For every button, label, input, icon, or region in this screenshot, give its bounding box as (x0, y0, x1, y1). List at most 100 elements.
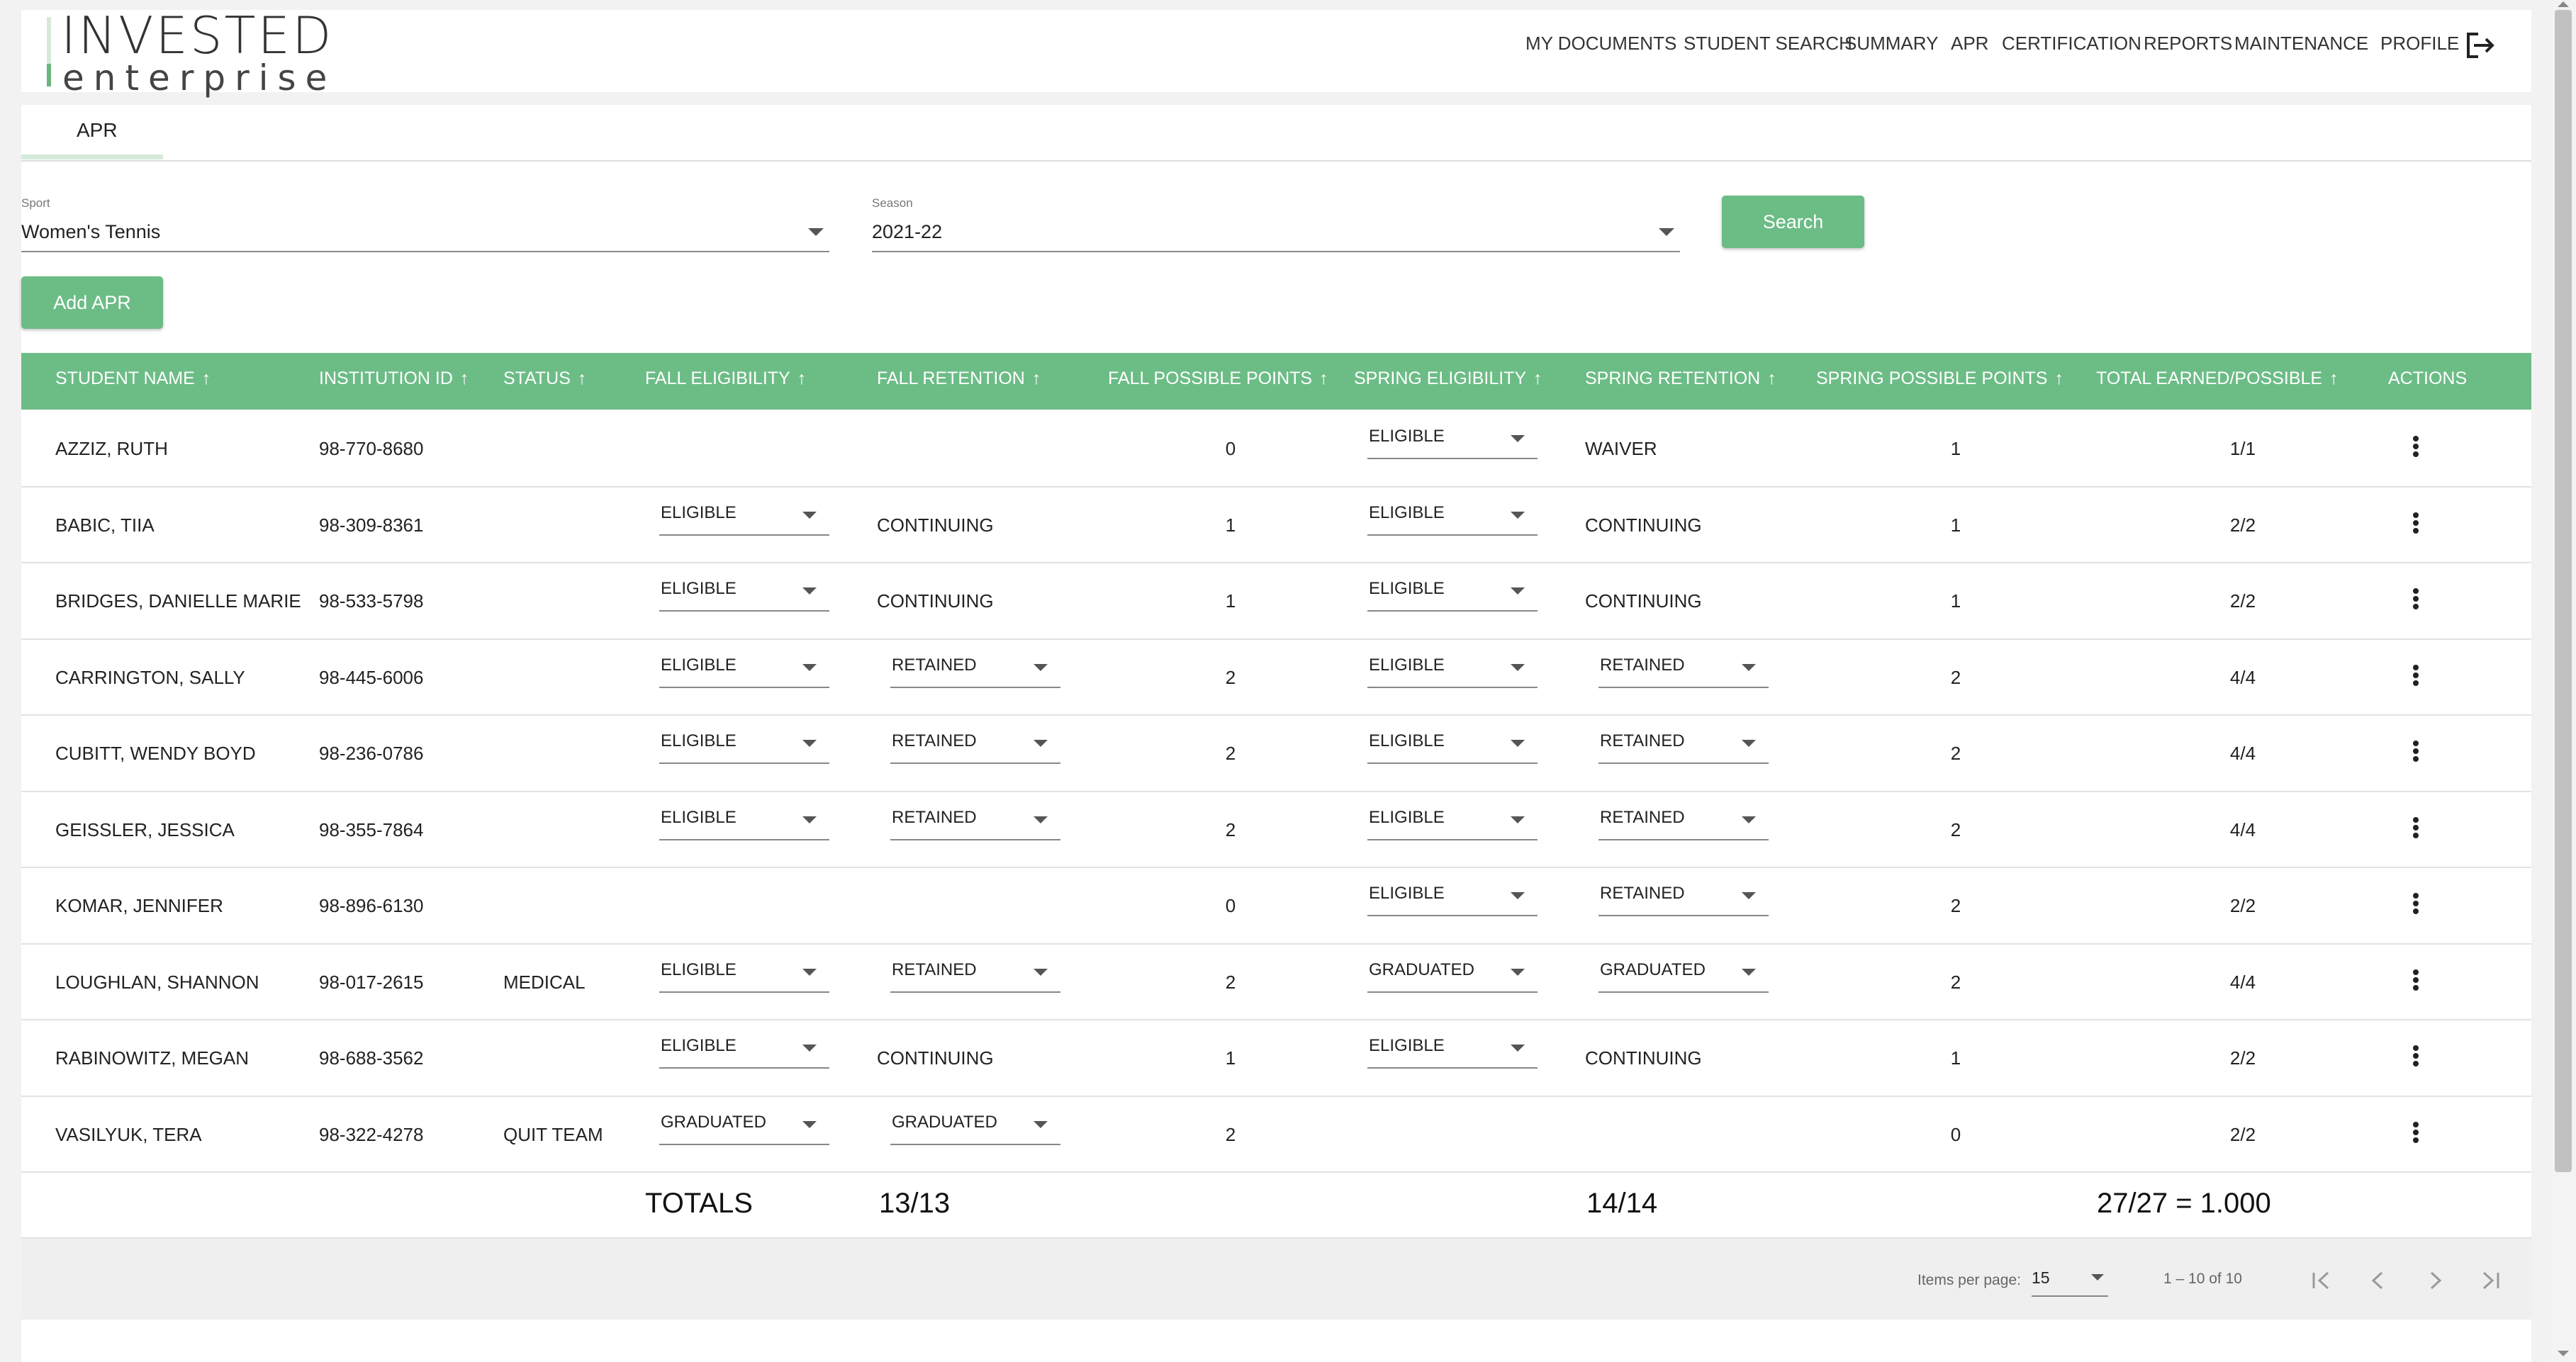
fall-retention-select-value: RETAINED (892, 808, 977, 827)
more-vertical-icon[interactable] (2407, 1120, 2425, 1148)
logout-icon[interactable] (2464, 31, 2497, 60)
header-label: FALL RETENTION (877, 368, 1025, 388)
spring-retention-select[interactable]: RETAINED (1598, 655, 1769, 688)
spring-eligibility-select[interactable]: ELIGIBLE (1367, 503, 1538, 536)
header-label: FALL ELIGIBILITY (645, 368, 790, 388)
spring-eligibility-select[interactable]: ELIGIBLE (1367, 731, 1538, 764)
spring-eligibility-select[interactable]: GRADUATED (1367, 960, 1538, 993)
items-per-page-select[interactable]: 15 (2032, 1267, 2108, 1297)
arrow-up-icon: ↑ (797, 368, 807, 388)
more-vertical-icon[interactable] (2407, 663, 2425, 691)
previous-page-icon[interactable] (2362, 1264, 2395, 1297)
scroll-down-icon[interactable] (2558, 1351, 2569, 1356)
spring-retention-select[interactable]: RETAINED (1598, 731, 1769, 764)
spring-eligibility-select-underline (1367, 687, 1538, 688)
totals-overall: 27/27 = 1.000 (2097, 1188, 2271, 1219)
fall-retention-select[interactable]: RETAINED (890, 655, 1060, 688)
logo-text-primary[interactable]: INVESTED (61, 7, 333, 64)
header-fall-possible-points[interactable]: FALL POSSIBLE POINTS ↑ (1108, 368, 1328, 389)
nav-certification[interactable]: CERTIFICATION (2002, 33, 2141, 55)
spring-retention-select-value: RETAINED (1600, 808, 1685, 827)
fall-retention-select-underline (890, 1144, 1060, 1145)
nav-my-documents[interactable]: MY DOCUMENTS (1525, 33, 1676, 55)
nav-student-search[interactable]: STUDENT SEARCH (1684, 33, 1852, 55)
paginator (21, 1239, 2531, 1319)
institution-id: 98-236-0786 (319, 743, 424, 764)
last-page-icon[interactable] (2474, 1264, 2507, 1297)
student-name: BRIDGES, DANIELLE MARIE (55, 590, 301, 612)
spring-eligibility-select[interactable]: ELIGIBLE (1367, 808, 1538, 840)
spring-eligibility-select-underline (1367, 762, 1538, 764)
sport-label: Sport (21, 196, 50, 210)
more-vertical-icon[interactable] (2407, 891, 2425, 919)
fall-eligibility-select-underline (659, 1067, 829, 1069)
more-vertical-icon[interactable] (2407, 1043, 2425, 1071)
chevron-down-icon (1742, 740, 1756, 747)
logo-text-secondary[interactable]: enterprise (62, 58, 336, 98)
spring-retention-select[interactable]: GRADUATED (1598, 960, 1769, 993)
spring-eligibility-select[interactable]: ELIGIBLE (1367, 1036, 1538, 1069)
nav-summary[interactable]: SUMMARY (1844, 33, 1938, 55)
scrollbar-thumb[interactable] (2555, 10, 2572, 1172)
more-vertical-icon[interactable] (2407, 738, 2425, 767)
student-name: BABIC, TIIA (55, 514, 155, 536)
spring-retention-select[interactable]: RETAINED (1598, 808, 1769, 840)
fall-possible-points: 2 (1225, 743, 1236, 764)
nav-reports[interactable]: REPORTS (2144, 33, 2232, 55)
header-institution-id[interactable]: INSTITUTION ID ↑ (319, 368, 469, 389)
more-vertical-icon[interactable] (2407, 586, 2425, 614)
fall-eligibility-select[interactable]: ELIGIBLE (659, 579, 829, 612)
total-earned-possible: 2/2 (2229, 895, 2256, 916)
header-student-name[interactable]: STUDENT NAME ↑ (55, 368, 211, 389)
spring-retention-select[interactable]: RETAINED (1598, 884, 1769, 916)
header-total-earned-possible[interactable]: TOTAL EARNED/POSSIBLE ↑ (2096, 368, 2339, 389)
more-vertical-icon[interactable] (2407, 967, 2425, 996)
tab-divider (21, 160, 2531, 162)
search-button[interactable]: Search (1722, 196, 1864, 248)
header-fall-eligibility[interactable]: FALL ELIGIBILITY ↑ (645, 368, 806, 389)
fall-eligibility-select[interactable]: ELIGIBLE (659, 808, 829, 840)
header-spring-eligibility[interactable]: SPRING ELIGIBILITY ↑ (1354, 368, 1542, 389)
tab-apr[interactable]: APR (77, 119, 118, 142)
fall-eligibility-select-underline (659, 687, 829, 688)
fall-retention-select[interactable]: RETAINED (890, 808, 1060, 840)
next-page-icon[interactable] (2419, 1264, 2451, 1297)
fall-eligibility-select[interactable]: ELIGIBLE (659, 731, 829, 764)
fall-eligibility-select[interactable]: ELIGIBLE (659, 1036, 829, 1069)
nav-apr[interactable]: APR (1951, 33, 1988, 55)
fall-eligibility-select[interactable]: ELIGIBLE (659, 503, 829, 536)
spring-retention-select-underline (1598, 687, 1769, 688)
header-status[interactable]: STATUS ↑ (503, 368, 586, 389)
more-vertical-icon[interactable] (2407, 434, 2425, 462)
spring-eligibility-select[interactable]: ELIGIBLE (1367, 579, 1538, 612)
scroll-up-icon[interactable] (2558, 1, 2569, 7)
fall-eligibility-select[interactable]: ELIGIBLE (659, 655, 829, 688)
status-text: QUIT TEAM (503, 1124, 603, 1145)
logo-mark (47, 17, 51, 64)
header-spring-possible-points[interactable]: SPRING POSSIBLE POINTS ↑ (1816, 368, 2063, 389)
season-select[interactable]: 2021-22 (872, 221, 1680, 252)
spring-eligibility-select-value: ELIGIBLE (1369, 655, 1445, 675)
fall-possible-points: 0 (1225, 438, 1236, 459)
more-vertical-icon[interactable] (2407, 815, 2425, 843)
first-page-icon[interactable] (2305, 1264, 2338, 1297)
header-spring-retention[interactable]: SPRING RETENTION ↑ (1585, 368, 1776, 389)
spring-eligibility-select[interactable]: ELIGIBLE (1367, 427, 1538, 459)
nav-profile[interactable]: PROFILE (2380, 33, 2459, 55)
chevron-down-icon (1742, 664, 1756, 671)
spring-retention-text: CONTINUING (1585, 514, 1702, 536)
sport-select[interactable]: Women's Tennis (21, 221, 829, 252)
add-apr-button[interactable]: Add APR (21, 276, 163, 329)
fall-eligibility-select[interactable]: GRADUATED (659, 1113, 829, 1145)
fall-retention-select[interactable]: RETAINED (890, 731, 1060, 764)
spring-eligibility-select[interactable]: ELIGIBLE (1367, 655, 1538, 688)
row-divider (21, 1096, 2531, 1097)
fall-retention-select[interactable]: RETAINED (890, 960, 1060, 993)
spring-eligibility-select[interactable]: ELIGIBLE (1367, 884, 1538, 916)
more-vertical-icon[interactable] (2407, 510, 2425, 539)
header-fall-retention[interactable]: FALL RETENTION ↑ (877, 368, 1041, 389)
fall-eligibility-select[interactable]: ELIGIBLE (659, 960, 829, 993)
nav-maintenance[interactable]: MAINTENANCE (2234, 33, 2368, 55)
fall-retention-select[interactable]: GRADUATED (890, 1113, 1060, 1145)
main-panel (21, 105, 2531, 1362)
